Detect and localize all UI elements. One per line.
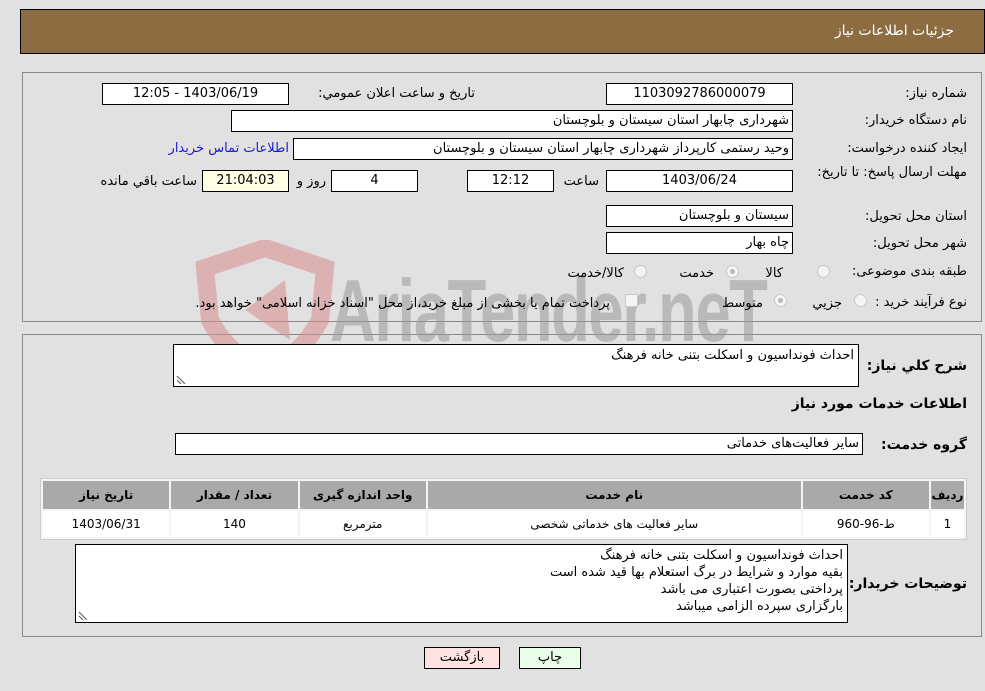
requester-field: وحید رستمی کارپرداز شهرداری چابهار استان… [293,138,793,160]
deadline-label: مهلت ارسال پاسخ: تا تاريخ: [817,165,967,180]
category-goods-service-radio[interactable] [634,265,647,278]
buyer-org-label: نام دستگاه خريدار: [864,113,967,128]
deadline-time-label: ساعت [563,174,599,189]
services-table: رديف کد خدمت نام خدمت واحد اندازه گيری ت… [40,478,967,540]
resize-grip-icon[interactable] [176,374,186,384]
buyer-notes-line: پرداختی بصورت اعتباری می باشد [660,582,843,597]
announce-label: تاريخ و ساعت اعلان عمومي: [318,86,475,101]
resize-grip-icon[interactable] [78,610,88,620]
table-header-row: رديف کد خدمت نام خدمت واحد اندازه گيری ت… [43,481,964,509]
table-row: 1 ط-96-960 ساير فعاليت هاى خدماتى شخصى م… [43,511,964,537]
category-service-label: خدمت [679,266,714,281]
col-quantity: تعداد / مقدار [171,481,298,509]
col-service-code: کد خدمت [802,481,929,509]
process-medium-radio[interactable] [774,294,787,307]
category-goods-radio[interactable] [817,265,830,278]
buyer-notes-line: بقیه موارد و شرایط در برگ استعلام بها قی… [549,565,843,580]
buyer-notes-textarea[interactable]: احداث فونداسیون و اسکلت بتنی خانه فرهنگ … [75,544,848,623]
category-goods-label: کالا [765,266,783,281]
process-label: نوع فرآيند خريد : [875,295,967,310]
announce-field: 1403/06/19 - 12:05 [102,83,289,105]
print-button[interactable]: چاپ [519,647,581,669]
buyer-contact-link[interactable]: اطلاعات تماس خريدار [169,141,289,156]
process-minor-label: جزيي [812,296,842,311]
buyer-notes-line: احداث فونداسیون و اسکلت بتنی خانه فرهنگ [600,548,843,563]
cell-need-date: 1403/06/31 [43,511,170,537]
days-label: روز و [296,174,326,189]
treasury-checkbox[interactable] [625,294,638,307]
province-label: استان محل تحويل: [865,209,967,224]
col-unit: واحد اندازه گيری [299,481,426,509]
province-field: سیستان و بلوچستان [606,205,793,227]
deadline-date-field: 1403/06/24 [606,170,793,192]
requester-label: ايجاد کننده درخواست: [847,141,967,156]
category-service-radio[interactable] [726,265,739,278]
days-remaining-field: 4 [331,170,418,192]
col-row-number: رديف [930,481,964,509]
col-need-date: تاريخ نياز [43,481,170,509]
deadline-time-field: 12:12 [467,170,554,192]
page-title: جزئيات اطلاعات نياز [834,23,954,39]
col-service-name: نام خدمت [427,481,801,509]
treasury-checkbox-label: پرداخت تمام يا بخشی از مبلغ خريد،از محل … [195,296,610,311]
process-medium-label: متوسط [722,296,763,311]
need-number-label: شماره نياز: [905,86,967,101]
city-field: چاه بهار [606,232,793,254]
cell-service-code: ط-96-960 [802,511,929,537]
description-label: شرح کلي نياز: [866,358,967,374]
city-label: شهر محل تحويل: [872,236,967,251]
buyer-notes-line: بارگزاری سپرده الزامی میباشد [676,599,843,614]
category-goods-service-label: کالا/خدمت [567,266,624,281]
process-minor-radio[interactable] [854,294,867,307]
cell-row-number: 1 [930,511,964,537]
cell-quantity: 140 [171,511,298,537]
page-header: جزئيات اطلاعات نياز [20,9,985,54]
back-button[interactable]: بازگشت [424,647,500,669]
cell-unit: مترمربع [299,511,426,537]
description-text: احداث فونداسیون و اسکلت بتنی خانه فرهنگ [611,348,854,363]
service-group-field: ساير فعاليت‌هاى خدماتى [175,433,863,455]
need-number-field: 1103092786000079 [606,83,793,105]
category-label: طبقه بندی موضوعی: [851,264,967,279]
cell-service-name: ساير فعاليت هاى خدماتى شخصى [427,511,801,537]
remaining-time-label: ساعت باقي مانده [100,174,197,189]
description-textarea[interactable]: احداث فونداسیون و اسکلت بتنی خانه فرهنگ [173,344,859,387]
remaining-time-field: 21:04:03 [202,170,289,192]
buyer-org-field: شهرداری چابهار استان سیستان و بلوچستان [231,110,793,132]
services-heading: اطلاعات خدمات مورد نياز [791,396,967,412]
service-group-label: گروه خدمت: [881,437,967,453]
buyer-notes-label: توضيحات خريدار: [848,576,967,592]
